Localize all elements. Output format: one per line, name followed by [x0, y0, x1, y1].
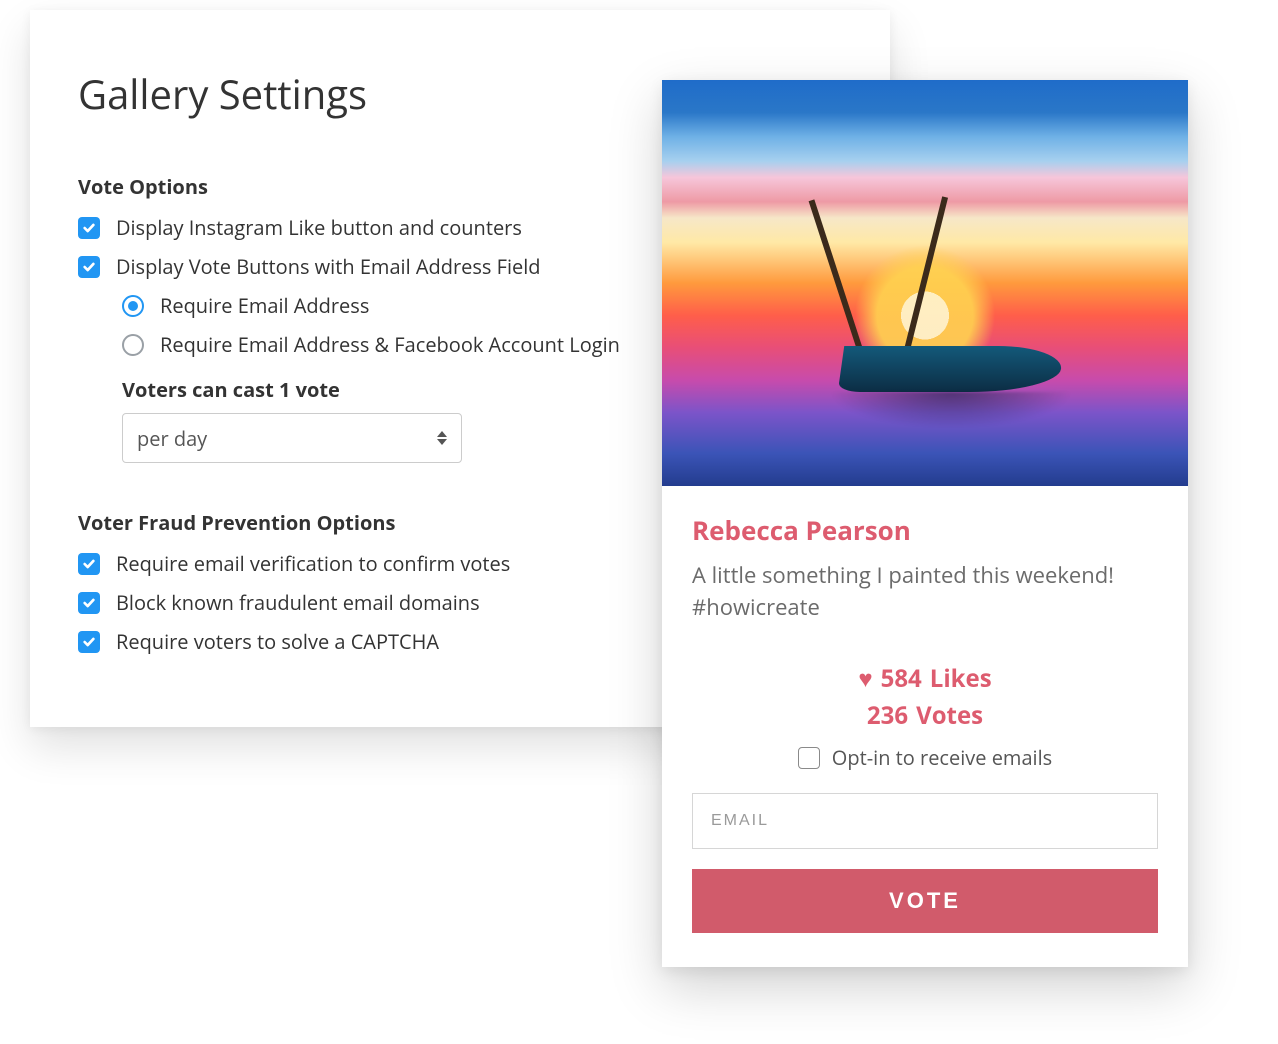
checkmark-icon — [82, 635, 96, 649]
likes-count: 584 — [881, 660, 922, 697]
checkmark-icon — [82, 221, 96, 235]
radio-require-email-input[interactable] — [122, 295, 144, 317]
entry-body: Rebecca Pearson A little something I pai… — [662, 486, 1188, 967]
entry-stats: ♥ 584 Likes 236 Votes — [692, 660, 1158, 734]
checkbox-fraud-captcha[interactable] — [78, 631, 100, 653]
email-input[interactable] — [692, 793, 1158, 849]
entry-caption: A little something I painted this weeken… — [692, 560, 1158, 624]
checkbox-display-like[interactable] — [78, 217, 100, 239]
entry-image-boat — [841, 332, 1061, 392]
option-display-vote-label: Display Vote Buttons with Email Address … — [116, 253, 541, 280]
likes-line: ♥ 584 Likes — [692, 660, 1158, 697]
checkmark-icon — [82, 596, 96, 610]
entry-author[interactable]: Rebecca Pearson — [692, 512, 1158, 548]
heart-icon: ♥ — [858, 660, 872, 697]
radio-require-email-fb-input[interactable] — [122, 334, 144, 356]
select-caret-icon — [437, 431, 447, 445]
entry-card: Rebecca Pearson A little something I pai… — [662, 80, 1188, 967]
votes-label: Votes — [916, 697, 983, 734]
vote-limit-select[interactable]: per day — [122, 413, 462, 463]
checkbox-display-vote[interactable] — [78, 256, 100, 278]
likes-label: Likes — [930, 660, 992, 697]
option-display-like-label: Display Instagram Like button and counte… — [116, 214, 522, 241]
radio-require-email-label: Require Email Address — [160, 292, 369, 319]
votes-count: 236 — [867, 697, 908, 734]
option-fraud-verify-label: Require email verification to confirm vo… — [116, 550, 510, 577]
entry-image — [662, 80, 1188, 486]
votes-line: 236 Votes — [692, 697, 1158, 734]
optin-row[interactable]: Opt-in to receive emails — [692, 744, 1158, 771]
checkbox-fraud-verify[interactable] — [78, 553, 100, 575]
option-fraud-captcha-label: Require voters to solve a CAPTCHA — [116, 628, 439, 655]
optin-label: Opt-in to receive emails — [832, 744, 1052, 771]
checkmark-icon — [82, 557, 96, 571]
checkbox-fraud-block[interactable] — [78, 592, 100, 614]
radio-require-email-fb-label: Require Email Address & Facebook Account… — [160, 331, 620, 358]
checkmark-icon — [82, 260, 96, 274]
option-fraud-block-label: Block known fraudulent email domains — [116, 589, 480, 616]
vote-button[interactable]: VOTE — [692, 869, 1158, 933]
optin-checkbox[interactable] — [798, 747, 820, 769]
entry-image-reflection — [831, 392, 1071, 428]
vote-limit-value: per day — [137, 425, 207, 452]
